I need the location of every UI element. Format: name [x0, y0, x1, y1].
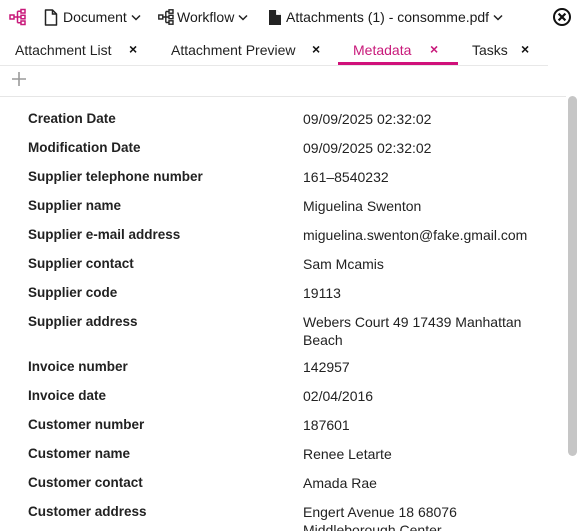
- metadata-value: Miguelina Swenton: [303, 198, 422, 214]
- metadata-value: 19113: [303, 285, 341, 301]
- tab-label: Tasks: [472, 42, 508, 58]
- scrollbar-thumb[interactable]: [568, 96, 577, 456]
- close-circle-icon[interactable]: [552, 7, 572, 27]
- tab-bar: Attachment List × Attachment Preview × M…: [0, 34, 579, 66]
- workflow-menu[interactable]: Workflow: [158, 6, 248, 28]
- metadata-key: Invoice number: [28, 359, 128, 374]
- tab-close-icon[interactable]: ×: [521, 34, 529, 66]
- attachments-menu-label: Attachments (1) - consomme.pdf: [286, 9, 490, 25]
- metadata-key: Customer number: [28, 417, 145, 432]
- metadata-key: Supplier name: [28, 198, 122, 213]
- metadata-value: 09/09/2025 02:32:02: [303, 140, 432, 156]
- file-icon: [269, 9, 281, 25]
- tab-attachment-list[interactable]: Attachment List ×: [15, 34, 145, 66]
- tab-close-icon[interactable]: ×: [129, 34, 137, 66]
- metadata-key: Modification Date: [28, 140, 141, 155]
- document-icon: [44, 8, 58, 26]
- metadata-value: Webers Court 49 17439 Manhattan Beach: [303, 314, 522, 348]
- document-menu[interactable]: Document: [44, 6, 141, 28]
- top-bar: Document Workflow Attachments (1) - cons…: [0, 0, 579, 34]
- metadata-key: Supplier code: [28, 285, 118, 300]
- metadata-value: 187601: [303, 417, 350, 433]
- metadata-value: 142957: [303, 359, 350, 375]
- metadata-key: Supplier address: [28, 314, 138, 329]
- workflow-icon: [158, 9, 174, 25]
- workflow-menu-label: Workflow: [177, 9, 235, 25]
- metadata-key: Creation Date: [28, 111, 116, 126]
- app-hierarchy-icon[interactable]: [9, 8, 27, 26]
- metadata-key: Customer address: [28, 504, 147, 519]
- tab-label: Attachment Preview: [171, 42, 296, 58]
- chevron-down-icon: [238, 14, 248, 21]
- chevron-down-icon: [493, 14, 503, 21]
- metadata-value: 161–8540232: [303, 169, 389, 185]
- metadata-value: 09/09/2025 02:32:02: [303, 111, 432, 127]
- metadata-value: Engert Avenue 18 68076 Middleborough Cen…: [303, 504, 457, 531]
- add-icon[interactable]: [10, 70, 28, 88]
- metadata-toolbar: [0, 66, 579, 96]
- metadata-value: miguelina.swenton@fake.gmail.com: [303, 227, 528, 243]
- metadata-key: Supplier telephone number: [28, 169, 203, 184]
- metadata-key: Invoice date: [28, 388, 107, 403]
- tab-tasks[interactable]: Tasks ×: [472, 34, 537, 66]
- tab-label: Attachment List: [15, 42, 112, 58]
- metadata-list: Creation Date 09/09/2025 02:32:02 Modifi…: [0, 97, 566, 531]
- chevron-down-icon: [131, 14, 141, 21]
- attachments-menu[interactable]: Attachments (1) - consomme.pdf: [268, 6, 503, 28]
- metadata-value: 02/04/2016: [303, 388, 374, 404]
- document-menu-label: Document: [63, 9, 127, 25]
- metadata-key: Supplier e-mail address: [28, 227, 181, 242]
- tab-attachment-preview[interactable]: Attachment Preview ×: [171, 34, 326, 66]
- metadata-value: Sam Mcamis: [303, 256, 384, 272]
- metadata-value: Renee Letarte: [303, 446, 392, 462]
- metadata-key: Customer name: [28, 446, 131, 461]
- metadata-value: Amada Rae: [303, 475, 377, 491]
- tab-close-icon[interactable]: ×: [312, 34, 320, 66]
- metadata-key: Customer contact: [28, 475, 143, 490]
- tab-label: Metadata: [353, 42, 412, 58]
- metadata-key: Supplier contact: [28, 256, 134, 271]
